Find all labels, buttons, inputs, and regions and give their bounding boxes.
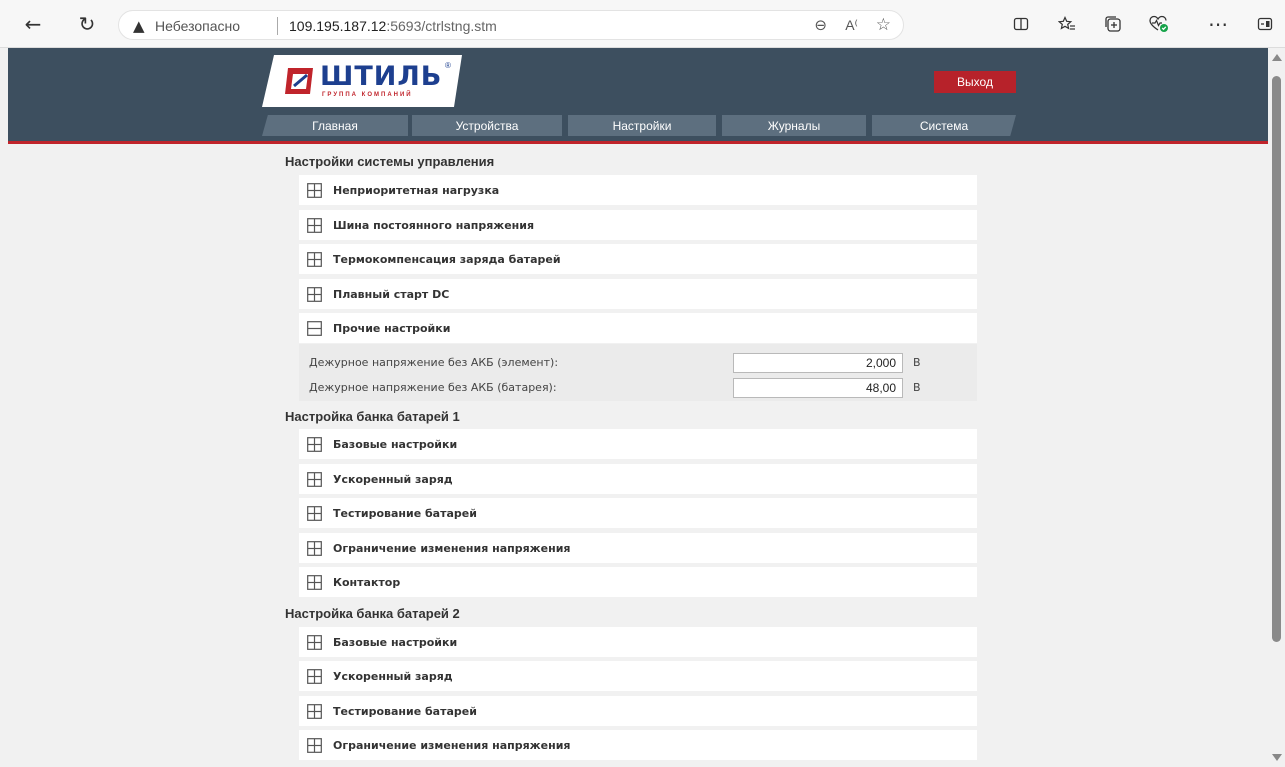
section-title-battery-bank-2: Настройка банка батарей 2 <box>285 606 460 621</box>
expand-plus-icon[interactable] <box>307 217 322 233</box>
bank1-row-voltage-slew-limit[interactable]: Ограничение изменения напряжения <box>299 533 977 563</box>
nav-tab-system[interactable]: Система <box>872 115 1016 136</box>
warning-icon[interactable]: ▲ <box>133 17 145 35</box>
sidebar-icon[interactable] <box>1253 12 1277 36</box>
logo-registered-mark: ® <box>445 61 451 70</box>
settings-row-label: Ограничение изменения напряжения <box>333 738 571 752</box>
collections-icon[interactable] <box>1101 12 1125 36</box>
float-voltage-cell-input[interactable] <box>733 353 903 373</box>
collapse-minus-icon[interactable] <box>307 320 322 336</box>
zoom-out-icon[interactable]: ⊖ <box>814 16 827 34</box>
favorites-icon[interactable] <box>1055 12 1079 36</box>
field-unit-volts: В <box>913 356 921 369</box>
bank1-row-battery-test[interactable]: Тестирование батарей <box>299 498 977 528</box>
health-icon[interactable] <box>1147 12 1171 36</box>
settings-row-label: Базовые настройки <box>333 635 458 649</box>
logo-text: ШТИЛЬ <box>320 61 443 92</box>
settings-row-label: Шина постоянного напряжения <box>333 218 535 232</box>
back-arrow-icon[interactable]: ← <box>21 12 45 36</box>
read-aloud-icon[interactable]: A⁽ <box>845 17 858 34</box>
scroll-down-arrow[interactable] <box>1272 754 1282 761</box>
settings-row-noncritical-load[interactable]: Неприоритетная нагрузка <box>299 175 977 205</box>
expand-plus-icon[interactable] <box>307 251 322 267</box>
header-divider <box>8 141 1268 144</box>
expand-plus-icon[interactable] <box>307 634 322 650</box>
section-title-battery-bank-1: Настройка банка батарей 1 <box>285 409 460 424</box>
bank1-row-boost-charge[interactable]: Ускоренный заряд <box>299 464 977 494</box>
page-scrollbar[interactable] <box>1268 48 1285 767</box>
exit-button[interactable]: Выход <box>934 71 1016 93</box>
settings-row-soft-start-dc[interactable]: Плавный старт DC <box>299 279 977 309</box>
expand-plus-icon[interactable] <box>307 540 322 556</box>
bank2-row-battery-test[interactable]: Тестирование батарей <box>299 696 977 726</box>
scroll-up-arrow[interactable] <box>1272 54 1282 61</box>
more-icon[interactable]: ⋯ <box>1206 12 1230 36</box>
logo-subtitle: ГРУППА КОМПАНИЙ <box>322 92 413 98</box>
expand-plus-icon[interactable] <box>307 668 322 684</box>
expand-plus-icon[interactable] <box>307 574 322 590</box>
bank2-row-basic-settings[interactable]: Базовые настройки <box>299 627 977 657</box>
settings-row-thermo-compensation[interactable]: Термокомпенсация заряда батарей <box>299 244 977 274</box>
settings-row-dc-bus[interactable]: Шина постоянного напряжения <box>299 210 977 240</box>
scrollbar-thumb[interactable] <box>1272 76 1281 642</box>
settings-row-label: Тестирование батарей <box>333 704 477 718</box>
expand-plus-icon[interactable] <box>307 505 322 521</box>
expand-plus-icon[interactable] <box>307 286 322 302</box>
nav-tab-home[interactable]: Главная <box>262 115 408 136</box>
settings-row-label: Тестирование батарей <box>333 506 477 520</box>
settings-row-label: Контактор <box>333 575 401 589</box>
address-bar[interactable]: ▲ Небезопасно 109.195.187.12:5693/ctrlst… <box>118 10 904 40</box>
bank1-row-basic-settings[interactable]: Базовые настройки <box>299 429 977 459</box>
expand-plus-icon[interactable] <box>307 703 322 719</box>
address-separator <box>277 17 278 35</box>
nav-tab-settings[interactable]: Настройки <box>568 115 716 136</box>
bank2-row-boost-charge[interactable]: Ускоренный заряд <box>299 661 977 691</box>
nav-tab-journals[interactable]: Журналы <box>722 115 866 136</box>
reload-icon[interactable]: ↻ <box>75 12 99 36</box>
field-label-float-voltage-battery: Дежурное напряжение без АКБ (батарея): <box>309 381 557 394</box>
bank1-row-contactor[interactable]: Контактор <box>299 567 977 597</box>
settings-row-label: Базовые настройки <box>333 437 458 451</box>
settings-row-label: Ускоренный заряд <box>333 472 453 486</box>
settings-row-label: Ограничение изменения напряжения <box>333 541 571 555</box>
url-path: :5693/ctrlstng.stm <box>386 18 497 34</box>
favorite-star-icon[interactable]: ☆ <box>876 15 891 35</box>
url-host: 109.195.187.12 <box>289 18 387 34</box>
logo-mark-icon <box>285 68 313 94</box>
url-text[interactable]: 109.195.187.12:5693/ctrlstng.stm <box>289 18 497 34</box>
security-label[interactable]: Небезопасно <box>155 18 240 34</box>
split-screen-icon[interactable] <box>1009 12 1033 36</box>
browser-toolbar: ← ↻ ▲ Небезопасно 109.195.187.12:5693/ct… <box>0 0 1285 48</box>
settings-row-label: Плавный старт DC <box>333 287 450 301</box>
company-logo[interactable]: ШТИЛЬ ® ГРУППА КОМПАНИЙ <box>262 55 462 107</box>
settings-row-label: Прочие настройки <box>333 321 451 335</box>
bank2-row-voltage-slew-limit[interactable]: Ограничение изменения напряжения <box>299 730 977 760</box>
other-settings-panel: Дежурное напряжение без АКБ (элемент): В… <box>299 344 977 401</box>
expand-plus-icon[interactable] <box>307 436 322 452</box>
expand-plus-icon[interactable] <box>307 737 322 753</box>
float-voltage-battery-input[interactable] <box>733 378 903 398</box>
expand-plus-icon[interactable] <box>307 471 322 487</box>
field-unit-volts: В <box>913 381 921 394</box>
settings-row-other-settings[interactable]: Прочие настройки <box>299 313 977 343</box>
settings-row-label: Термокомпенсация заряда батарей <box>333 252 561 266</box>
expand-plus-icon[interactable] <box>307 182 322 198</box>
settings-row-label: Неприоритетная нагрузка <box>333 183 500 197</box>
settings-row-label: Ускоренный заряд <box>333 669 453 683</box>
nav-tab-devices[interactable]: Устройства <box>412 115 562 136</box>
section-title-control-system: Настройки системы управления <box>285 154 495 169</box>
field-label-float-voltage-cell: Дежурное напряжение без АКБ (элемент): <box>309 356 559 369</box>
